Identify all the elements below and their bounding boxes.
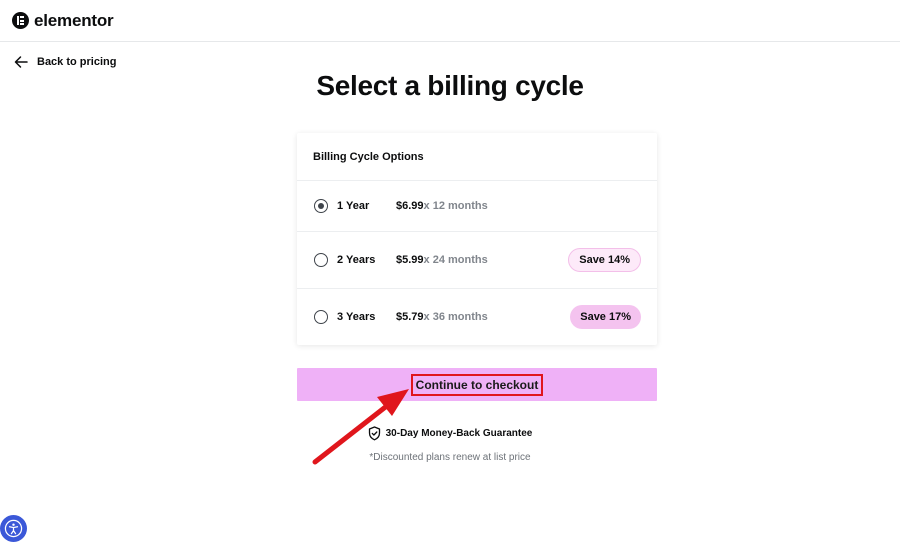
money-back-guarantee: 30-Day Money-Back Guarantee (0, 426, 900, 441)
guarantee-label: 30-Day Money-Back Guarantee (385, 428, 533, 439)
option-price: $6.99 (396, 200, 424, 212)
save-badge: Save 14% (568, 248, 641, 272)
radio-3-years[interactable] (314, 310, 328, 324)
billing-options-header: Billing Cycle Options (297, 133, 657, 181)
billing-option-3-years[interactable]: 3 Years $5.79 x 36 months Save 17% (297, 289, 657, 345)
option-months: x 24 months (423, 254, 488, 266)
save-badge: Save 17% (570, 305, 641, 329)
option-price: $5.79 (396, 311, 424, 323)
checkout-button-label: Continue to checkout (410, 373, 544, 396)
shield-check-icon (368, 426, 380, 441)
elementor-logo-icon (12, 12, 29, 29)
top-bar: elementor (0, 0, 900, 42)
option-months: x 36 months (423, 311, 488, 323)
billing-cycle-card: Billing Cycle Options 1 Year $6.99 x 12 m… (297, 133, 657, 345)
brand-name: elementor (34, 10, 114, 30)
option-label: 3 Years (337, 311, 376, 323)
accessibility-button[interactable] (0, 515, 27, 542)
option-months: x 12 months (423, 200, 488, 212)
back-to-pricing-link[interactable]: Back to pricing (14, 55, 116, 69)
billing-option-1-year[interactable]: 1 Year $6.99 x 12 months (297, 181, 657, 232)
renewal-note: *Discounted plans renew at list price (369, 452, 531, 463)
continue-to-checkout-button[interactable]: Continue to checkout (297, 368, 657, 401)
radio-2-years[interactable] (314, 253, 328, 267)
option-label: 1 Year (337, 200, 370, 212)
billing-option-2-years[interactable]: 2 Years $5.99 x 24 months Save 14% (297, 232, 657, 289)
brand-logo[interactable]: elementor (12, 10, 114, 31)
option-price: $5.99 (396, 254, 424, 266)
accessibility-icon (4, 519, 23, 538)
option-label: 2 Years (337, 254, 376, 266)
arrow-left-icon (14, 56, 28, 68)
page-title: Select a billing cycle (316, 70, 584, 101)
back-link-label: Back to pricing (37, 56, 117, 68)
radio-1-year[interactable] (314, 199, 328, 213)
